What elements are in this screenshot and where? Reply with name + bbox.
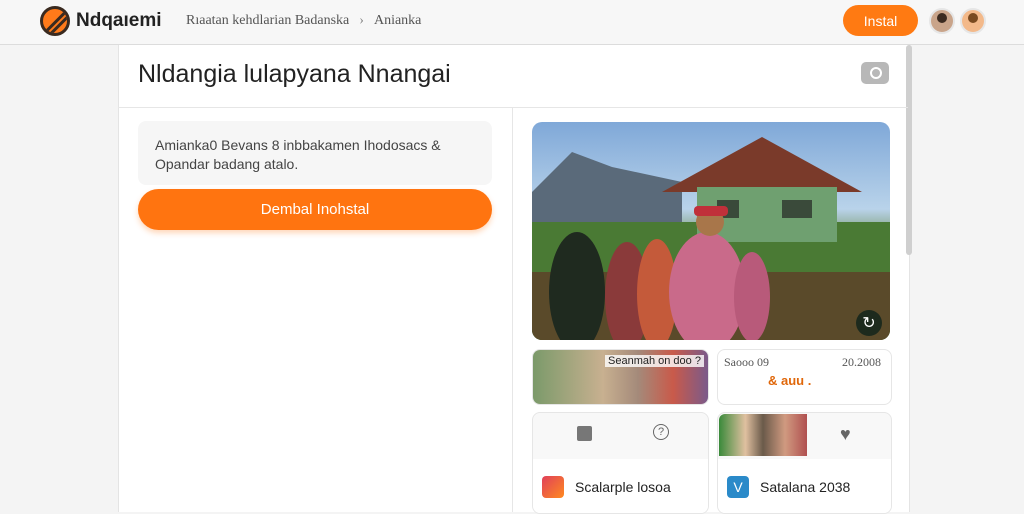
breadcrumb: Rıaatan kehdlarian Badanska › Anianka <box>186 13 421 29</box>
app-icon[interactable]: V <box>727 476 749 498</box>
cap <box>694 206 728 216</box>
camera-icon[interactable] <box>861 62 889 84</box>
breadcrumb-separator: › <box>359 13 364 28</box>
avatar-profile[interactable] <box>960 8 986 34</box>
mountain <box>532 152 682 232</box>
heart-icon[interactable]: ♥ <box>840 424 851 445</box>
hero-illustration <box>532 137 890 340</box>
person <box>734 252 770 340</box>
stat-tile[interactable]: Saooo 09 20.2008 & auu . <box>717 349 892 405</box>
info-icon[interactable]: ? <box>653 424 669 440</box>
breadcrumb-item-2[interactable]: Anianka <box>374 13 421 28</box>
hero-image[interactable] <box>532 122 890 340</box>
media-label: Seanmah on doo ? <box>605 355 704 367</box>
top-bar: Ndqaıemi Rıaatan kehdlarian Badanska › Ani… <box>0 0 1024 45</box>
list-item-label[interactable]: Scalarple losoa <box>575 479 671 495</box>
bag-icon[interactable] <box>577 426 592 441</box>
scrollbar[interactable] <box>906 45 912 255</box>
info-text: Amianka0 Bevans 8 inbbakamen Ihodosacs &… <box>155 137 441 172</box>
install-button[interactable]: Instal <box>843 5 918 36</box>
stat-right: 20.2008 <box>842 355 881 369</box>
download-install-button[interactable]: Dembal Inohstal <box>138 189 492 230</box>
house-window <box>782 200 812 218</box>
media-tile[interactable]: Seanmah on doo ? <box>532 349 709 405</box>
app-tile[interactable] <box>532 412 709 514</box>
app-name[interactable]: Ndqaıemi <box>76 10 162 32</box>
house-roof <box>662 137 862 192</box>
list-item-label[interactable]: Satalana 2038 <box>760 479 850 495</box>
refresh-icon[interactable]: ↻ <box>856 310 882 336</box>
breadcrumb-item-1[interactable]: Rıaatan kehdlarian Badanska <box>186 13 349 28</box>
people-thumbnail[interactable] <box>719 414 807 456</box>
avatar[interactable] <box>929 8 955 34</box>
app-icon[interactable] <box>542 476 564 498</box>
column-divider <box>512 108 513 512</box>
stat-left: Saooo 09 <box>724 355 769 369</box>
logo-icon[interactable] <box>40 6 70 36</box>
stat-value: & auu . <box>768 373 812 388</box>
page-title: Nldangia lulapyana Nnangai <box>138 60 451 88</box>
divider <box>118 107 908 108</box>
